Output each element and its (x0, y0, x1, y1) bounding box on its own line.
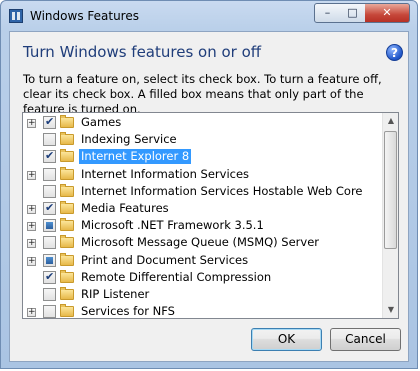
feature-checkbox[interactable] (43, 219, 56, 233)
expand-plus-icon[interactable]: + (27, 222, 36, 232)
folder-icon (60, 183, 74, 197)
feature-checkbox[interactable] (43, 133, 56, 147)
feature-row[interactable]: + Games (23, 114, 383, 132)
title-bar[interactable]: Windows Features – □ ✕ (1, 1, 417, 31)
folder-icon (60, 166, 74, 180)
feature-label: Microsoft .NET Framework 3.5.1 (81, 218, 264, 233)
folder-icon (60, 269, 74, 283)
feature-checkbox[interactable] (43, 167, 56, 181)
feature-row[interactable]: + Microsoft Message Queue (MSMQ) Server (23, 234, 383, 252)
dialog-heading: Turn Windows features on or off (23, 43, 262, 61)
feature-label: Services for NFS (81, 304, 175, 319)
folder-icon (60, 287, 74, 300)
feature-row[interactable]: Remote Differential Compression (23, 269, 383, 287)
folder-icon (60, 304, 74, 318)
scroll-down-arrow-icon[interactable]: ▼ (383, 302, 398, 318)
folder-icon (60, 115, 74, 128)
feature-checkbox[interactable] (43, 253, 56, 267)
folder-icon (60, 235, 74, 249)
feature-row[interactable]: + Services for NFS (23, 303, 383, 319)
expand-plus-icon[interactable]: + (27, 256, 36, 266)
ok-button[interactable]: OK (251, 328, 322, 351)
feature-label: Internet Information Services (81, 166, 250, 181)
feature-row[interactable]: Internet Information Services Hostable W… (23, 183, 383, 201)
feature-label: Internet Explorer 8 (79, 149, 192, 165)
feature-checkbox[interactable] (43, 305, 56, 318)
scroll-up-arrow-icon[interactable]: ▲ (383, 113, 398, 129)
window-title: Windows Features (30, 9, 139, 23)
expand-plus-icon[interactable]: + (27, 119, 36, 128)
feature-label: Indexing Service (81, 132, 177, 147)
folder-icon (60, 218, 74, 232)
feature-tree[interactable]: + Games Indexing Service Internet Explorer … (22, 112, 399, 319)
folder-icon (60, 149, 74, 163)
feature-label: Microsoft Message Queue (MSMQ) Server (81, 235, 320, 250)
feature-label: RIP Listener (81, 287, 150, 301)
feature-row[interactable]: Indexing Service (23, 131, 383, 149)
feature-checkbox[interactable] (43, 115, 56, 129)
feature-row[interactable]: + Microsoft .NET Framework 3.5.1 (23, 217, 383, 235)
cancel-button[interactable]: Cancel (330, 328, 401, 351)
expand-plus-icon[interactable]: + (27, 170, 36, 180)
feature-label: Media Features (81, 201, 169, 215)
close-button[interactable]: ✕ (365, 3, 410, 23)
feature-checkbox[interactable] (43, 288, 56, 301)
windows-features-window: Windows Features – □ ✕ Turn Windows feat… (0, 0, 418, 369)
feature-checkbox[interactable] (43, 236, 56, 250)
feature-row[interactable]: + Internet Information Services (23, 166, 383, 184)
feature-checkbox[interactable] (43, 184, 56, 198)
folder-icon (60, 252, 74, 266)
feature-label: Games (81, 115, 122, 129)
feature-label: Remote Differential Compression (81, 269, 272, 284)
maximize-button[interactable]: □ (340, 3, 366, 23)
folder-icon (60, 132, 74, 146)
feature-row[interactable]: Internet Explorer 8 (23, 148, 383, 166)
feature-checkbox[interactable] (43, 149, 56, 164)
expand-plus-icon[interactable]: + (27, 239, 36, 249)
feature-checkbox[interactable] (43, 270, 56, 284)
help-icon[interactable]: ? (386, 44, 403, 61)
folder-icon (60, 201, 74, 214)
dialog-description: To turn a feature on, select its check b… (23, 72, 382, 116)
feature-row[interactable]: RIP Listener (23, 286, 383, 304)
expand-plus-icon[interactable]: + (27, 308, 36, 318)
feature-checkbox[interactable] (43, 201, 56, 215)
feature-row[interactable]: + Media Features (23, 200, 383, 218)
expand-plus-icon[interactable]: + (27, 205, 36, 214)
vertical-scrollbar[interactable]: ▲ ▼ (382, 113, 398, 318)
dialog-body: Turn Windows features on or off ? To tur… (9, 31, 409, 362)
feature-label: Internet Information Services Hostable W… (81, 183, 363, 198)
feature-label: Print and Document Services (81, 252, 249, 267)
scrollbar-thumb[interactable] (384, 131, 397, 249)
minimize-button[interactable]: – (314, 3, 341, 23)
control-panel-icon (9, 9, 23, 23)
feature-row[interactable]: + Print and Document Services (23, 252, 383, 270)
